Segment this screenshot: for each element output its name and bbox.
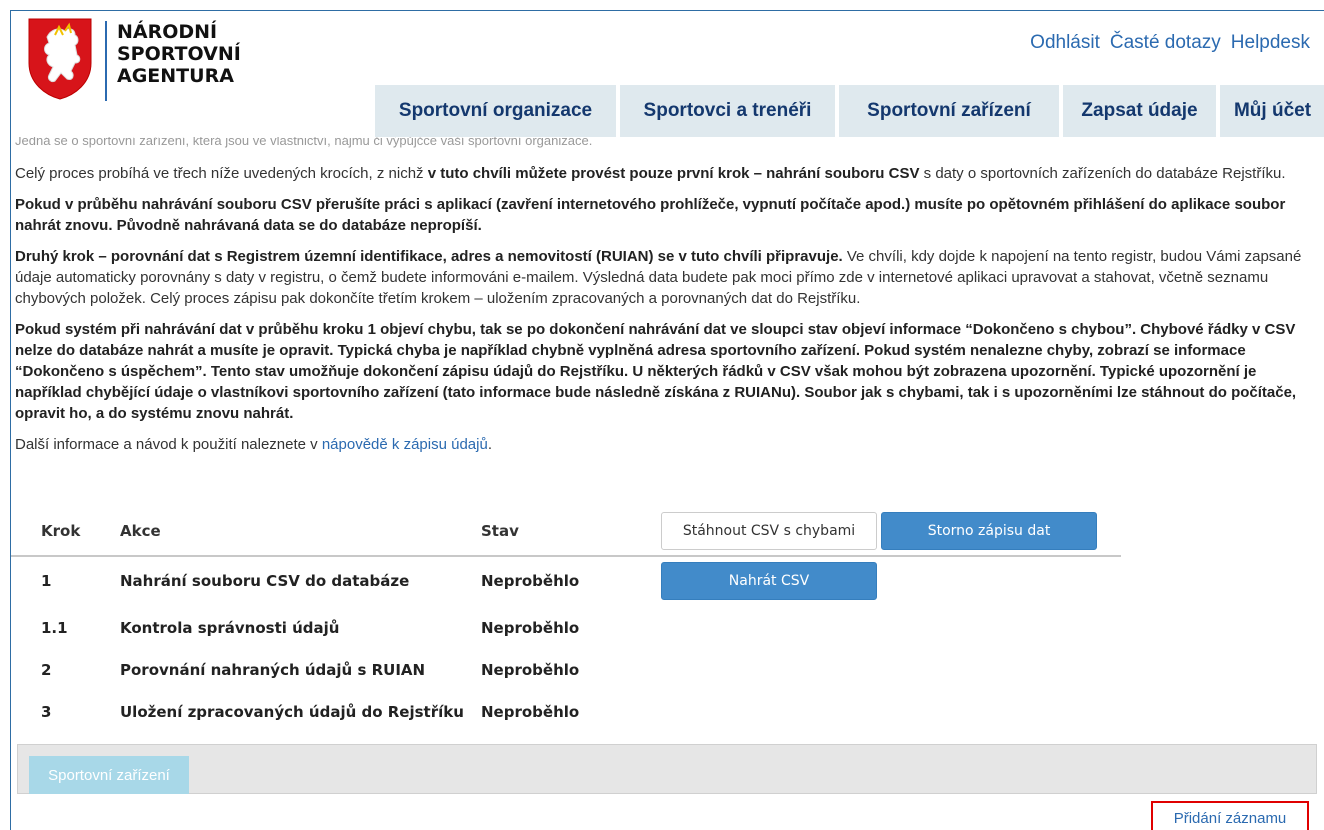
text-bold: v tuto chvíli můžete provést pouze první…: [427, 165, 920, 182]
logo-line: AGENTURA: [117, 65, 234, 87]
logo-line: NÁRODNÍ: [117, 21, 218, 43]
paragraph-ruian: Druhý krok – porovnání dat s Registrem ú…: [15, 246, 1315, 309]
header-akce: Akce: [120, 521, 161, 540]
table-row: 1.1 Kontrola správnosti údajů Neproběhlo: [11, 607, 1121, 649]
app-frame: NÁRODNÍ SPORTOVNÍ AGENTURA Odhlásit Čast…: [10, 10, 1324, 830]
tab-sportovni-zarizeni[interactable]: Sportovní zařízení: [29, 756, 189, 794]
row-krok: 1: [41, 572, 52, 590]
download-errors-button[interactable]: Stáhnout CSV s chybami: [661, 512, 877, 550]
header-krok: Krok: [41, 521, 81, 540]
faq-link[interactable]: Časté dotazy: [1110, 32, 1221, 54]
table-row: 2 Porovnání nahraných údajů s RUIAN Nepr…: [11, 649, 1121, 691]
paragraph-errors: Pokud systém při nahrávání dat v průběhu…: [15, 319, 1315, 424]
table-row: 3 Uložení zpracovaných údajů do Rejstřík…: [11, 691, 1121, 733]
row-krok: 3: [41, 703, 52, 721]
logo-line: SPORTOVNÍ: [117, 43, 241, 65]
helpdesk-link[interactable]: Helpdesk: [1231, 32, 1310, 54]
paragraph-interrupt: Pokud v průběhu nahrávání souboru CSV př…: [15, 194, 1315, 236]
add-record-link[interactable]: Přidání záznamu: [1151, 801, 1309, 830]
row-stav: Neproběhlo: [481, 572, 580, 590]
text-bold: Pokud systém při nahrávání dat v průběhu…: [15, 321, 1297, 422]
instructions: Jedná se o sportovní zařízení, která jso…: [15, 137, 1315, 465]
lion-emblem-icon: [25, 15, 95, 101]
paragraph-help: Další informace a návod k použití nalezn…: [15, 434, 1315, 455]
text-bold: Druhý krok – porovnání dat s Registrem ú…: [15, 248, 843, 265]
help-link[interactable]: nápovědě k zápisu údajů: [322, 436, 488, 453]
nav-sportovci-treneri[interactable]: Sportovci a trenéři: [620, 85, 839, 137]
logo-divider: [105, 21, 107, 101]
logout-link[interactable]: Odhlásit: [1030, 32, 1100, 54]
row-akce: Nahrání souboru CSV do databáze: [120, 572, 410, 590]
upload-csv-button[interactable]: Nahrát CSV: [661, 562, 877, 600]
nav-sportovni-organizace[interactable]: Sportovní organizace: [375, 85, 620, 137]
row-stav: Neproběhlo: [481, 661, 580, 679]
text: .: [487, 436, 492, 453]
cut-text: Jedná se o sportovní zařízení, která jso…: [15, 137, 593, 148]
nav-sportovni-zarizeni[interactable]: Sportovní zařízení: [839, 85, 1063, 137]
tab-panel: Sportovní zařízení: [17, 744, 1317, 794]
row-akce: Uložení zpracovaných údajů do Rejstříku: [120, 703, 464, 721]
row-krok: 1.1: [41, 619, 68, 637]
table-row: 1 Nahrání souboru CSV do databáze Neprob…: [11, 560, 1121, 602]
main-nav: Sportovní organizace Sportovci a trenéři…: [375, 85, 1324, 137]
row-krok: 2: [41, 661, 52, 679]
row-stav: Neproběhlo: [481, 703, 580, 721]
text: s daty o sportovních zařízeních do datab…: [919, 165, 1286, 182]
top-links: Odhlásit Časté dotazy Helpdesk: [1030, 32, 1310, 54]
row-akce: Porovnání nahraných údajů s RUIAN: [120, 661, 426, 679]
nav-zapsat-udaje[interactable]: Zapsat údaje: [1063, 85, 1220, 137]
logo-text: NÁRODNÍ SPORTOVNÍ AGENTURA: [117, 21, 241, 87]
text: Celý proces probíhá ve třech níže uveden…: [15, 165, 428, 182]
row-stav: Neproběhlo: [481, 619, 580, 637]
storno-button[interactable]: Storno zápisu dat: [881, 512, 1097, 550]
row-akce: Kontrola správnosti údajů: [120, 619, 340, 637]
table-header: Krok Akce Stav Stáhnout CSV s chybami St…: [11, 506, 1121, 557]
nav-muj-ucet[interactable]: Můj účet: [1220, 85, 1324, 137]
text: Další informace a návod k použití nalezn…: [15, 436, 322, 453]
header-stav: Stav: [481, 521, 519, 540]
text-bold: Pokud v průběhu nahrávání souboru CSV př…: [15, 196, 1286, 234]
paragraph-process: Celý proces probíhá ve třech níže uveden…: [15, 163, 1315, 184]
